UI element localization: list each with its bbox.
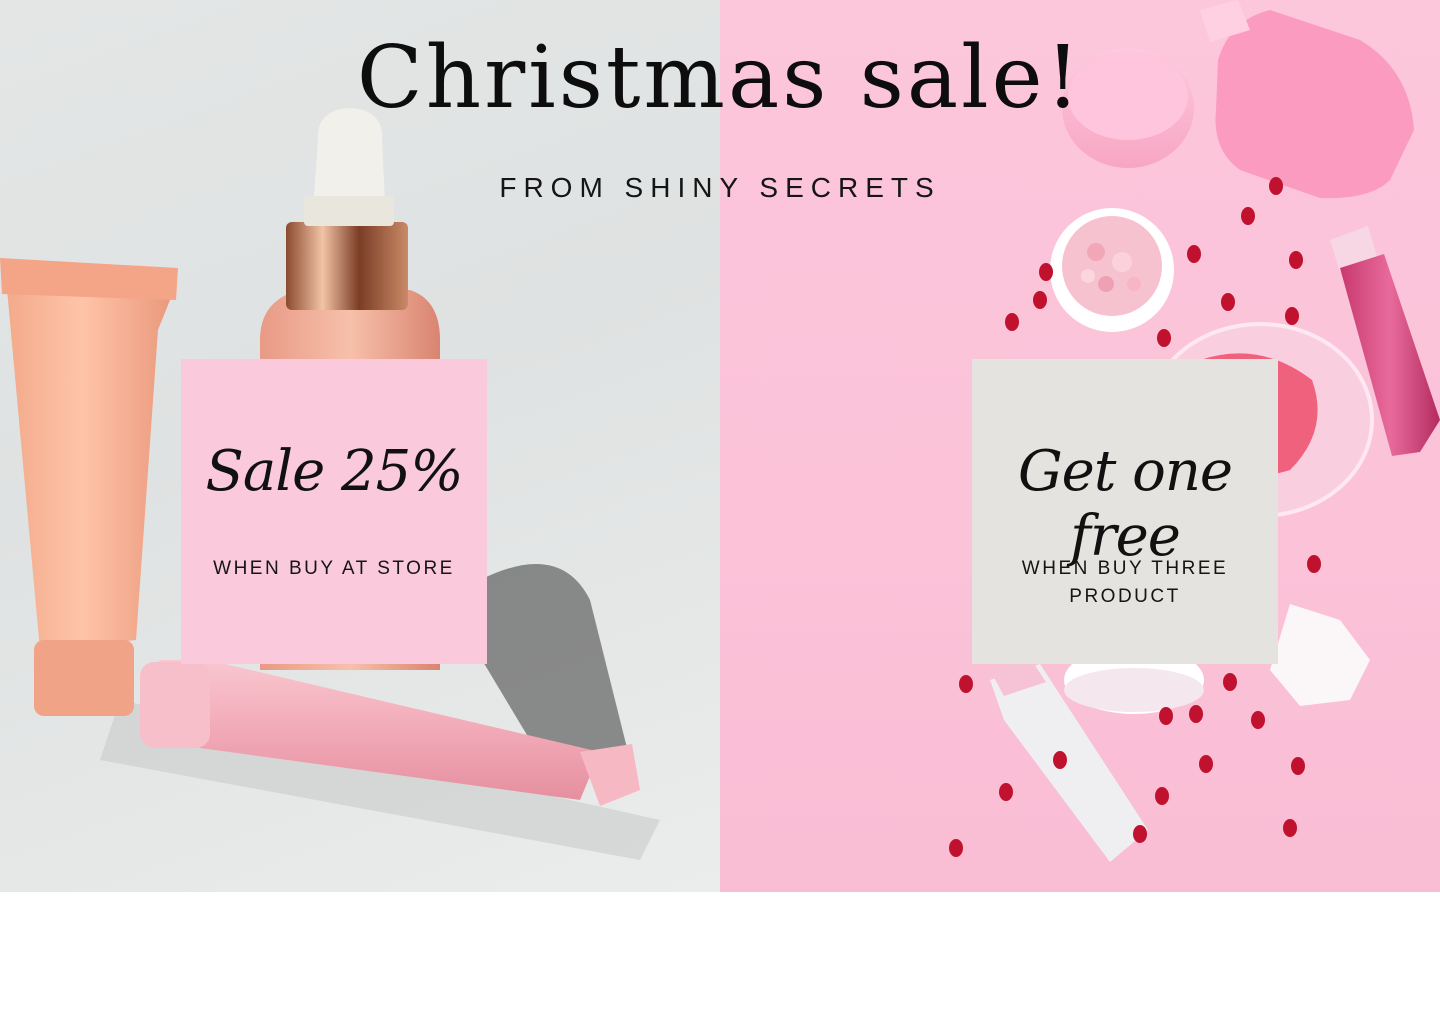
bath-salt-bowl <box>1050 208 1174 332</box>
discount-offer-card: Sale 25% WHEN BUY AT STORE <box>181 359 487 664</box>
orange-cream-tube <box>0 258 178 716</box>
sale-banner: Christmas sale! FROM SHINY SECRETS Sale … <box>0 0 1440 892</box>
offer-condition: WHEN BUY AT STORE <box>213 558 455 579</box>
blank-footer-area <box>0 892 1440 1024</box>
free-item-offer-card: Get one free WHEN BUY THREE PRODUCT <box>972 359 1278 664</box>
white-pump-bottle <box>1270 604 1370 706</box>
page-title: Christmas sale! <box>356 28 1084 128</box>
offer-headline: Get one free <box>1017 439 1233 569</box>
offer-headline: Sale 25% <box>205 439 463 504</box>
offer-condition: WHEN BUY THREE PRODUCT <box>1021 558 1229 607</box>
brand-subtitle: FROM SHINY SECRETS <box>499 172 941 203</box>
